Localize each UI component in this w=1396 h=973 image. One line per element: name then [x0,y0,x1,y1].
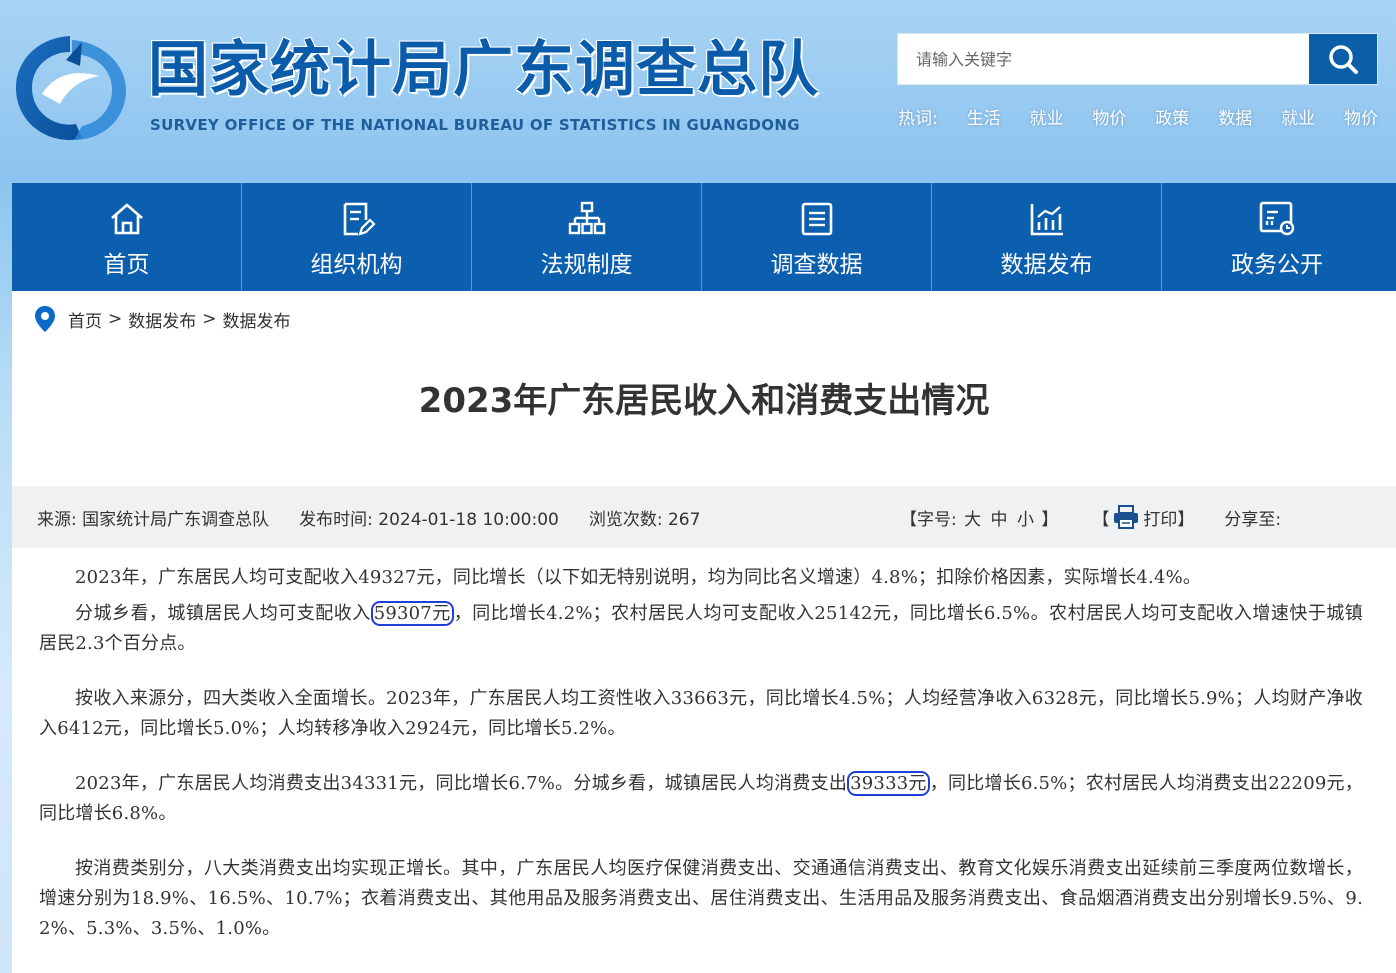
search-button[interactable] [1309,34,1377,84]
breadcrumb-separator: > [202,309,217,329]
article-source: 来源: 国家统计局广东调查总队 [37,509,270,530]
nav-item-government-affairs[interactable]: 政务公开 [1162,183,1392,291]
font-size-control: 【字号: 大 中 小 】 [900,505,1058,530]
font-size-label: 【字号: [900,509,957,530]
hot-word[interactable]: 就业 [1030,104,1064,129]
breadcrumb-data-release[interactable]: 数据发布 [128,307,196,332]
page-title: 2023年广东居民收入和消费支出情况 [418,381,990,421]
nav-label: 政务公开 [1231,252,1323,278]
breadcrumb: 首页 > 数据发布 > 数据发布 [34,305,291,333]
article-body: 2023年，广东居民人均可支配收入49327元，同比增长（以下如无特别说明，均为… [39,563,1363,944]
hot-words-label: 热词: [898,109,938,129]
hot-word[interactable]: 物价 [1344,104,1378,129]
paragraph: 2023年，广东居民人均消费支出34331元，同比增长6.7%。分城乡看，城镇居… [39,769,1363,829]
main-nav: 首页 组织机构 法规制度 调查数据 数据发布 政务公开 [12,183,1396,291]
hot-word[interactable]: 物价 [1092,104,1126,129]
nav-item-organization[interactable]: 组织机构 [242,183,472,291]
article-meta-bar: 来源: 国家统计局广东调查总队 发布时间: 2024-01-18 10:00:0… [12,486,1396,548]
search-box [897,33,1378,85]
hot-word[interactable]: 生活 [967,104,1001,129]
hot-word[interactable]: 数据 [1218,104,1252,129]
search-icon [1329,45,1358,74]
highlighted-value: 59307元 [370,601,454,626]
font-size-large-button[interactable]: 大 [964,510,981,530]
report-icon [1259,201,1295,236]
bar-chart-icon [1030,204,1063,236]
article-panel: 首页 > 数据发布 > 数据发布 2023年广东居民收入和消费支出情况 来源: … [12,291,1396,973]
nav-label: 组织机构 [310,252,403,278]
print-label: 打印】 [1143,509,1195,530]
home-icon [110,203,143,235]
location-pin-icon [35,306,55,332]
site-title: 国家统计局广东调查总队 [148,35,819,105]
article-tools: 【字号: 大 中 小 】 【 打印】 分享至: [900,486,1281,548]
nav-label: 调查数据 [770,252,863,278]
document-edit-icon [343,202,376,236]
font-size-medium-button[interactable]: 中 [991,510,1008,530]
font-size-bracket: 】 [1041,509,1059,530]
paragraph: 2023年，广东居民人均可支配收入49327元，同比增长（以下如无特别说明，均为… [75,567,1202,588]
paragraph-text: 2023年，广东居民人均消费支出34331元，同比增长6.7%。分城乡看，城镇居… [75,773,848,794]
breadcrumb-home[interactable]: 首页 [68,307,102,332]
font-size-small-button[interactable]: 小 [1017,510,1034,530]
print-bracket: 【 [1092,509,1110,530]
nav-item-home[interactable]: 首页 [12,183,242,291]
list-doc-icon [801,202,832,236]
site-header: 国家统计局广东调查总队 SURVEY OFFICE OF THE NATIONA… [0,0,1396,183]
print-button[interactable]: 【 打印】 [1092,505,1194,530]
paragraph: 按收入来源分，四大类收入全面增长。2023年，广东居民人均工资性收入33663元… [39,688,1363,739]
hot-words: 热词: 生活 就业 物价 政策 数据 就业 物价 [898,104,1378,129]
nav-label: 法规制度 [540,252,633,278]
nav-item-survey-data[interactable]: 调查数据 [702,183,932,291]
site-subtitle: SURVEY OFFICE OF THE NATIONAL BUREAU OF … [150,116,800,134]
search-input[interactable] [898,34,1309,84]
nav-label: 首页 [103,252,150,278]
share-label: 分享至: [1224,509,1282,530]
nav-item-regulations[interactable]: 法规制度 [472,183,702,291]
logo-icon [16,36,126,140]
org-chart-icon [568,201,605,235]
hot-word[interactable]: 政策 [1155,104,1189,129]
article-view-count: 浏览次数: 267 [588,509,701,530]
paragraph: 分城乡看，城镇居民人均可支配收入 59307元 ，同比增长4.2%；农村居民人均可支… [39,599,1363,659]
highlighted-value: 39333元 [847,771,930,796]
paragraph-text: 分城乡看，城镇居民人均可支配收入 [75,603,371,624]
printer-icon [1114,505,1139,529]
article-publish-time: 发布时间: 2024-01-18 10:00:00 [299,509,559,530]
hot-word[interactable]: 就业 [1281,104,1315,129]
breadcrumb-current[interactable]: 数据发布 [223,307,291,332]
paragraph: 按消费类别分，八大类消费支出均实现正增长。其中，广东居民人均医疗保健消费支出、交… [39,858,1363,939]
breadcrumb-separator: > [108,309,123,329]
nav-item-data-release[interactable]: 数据发布 [932,183,1162,291]
nav-label: 数据发布 [1000,252,1093,278]
